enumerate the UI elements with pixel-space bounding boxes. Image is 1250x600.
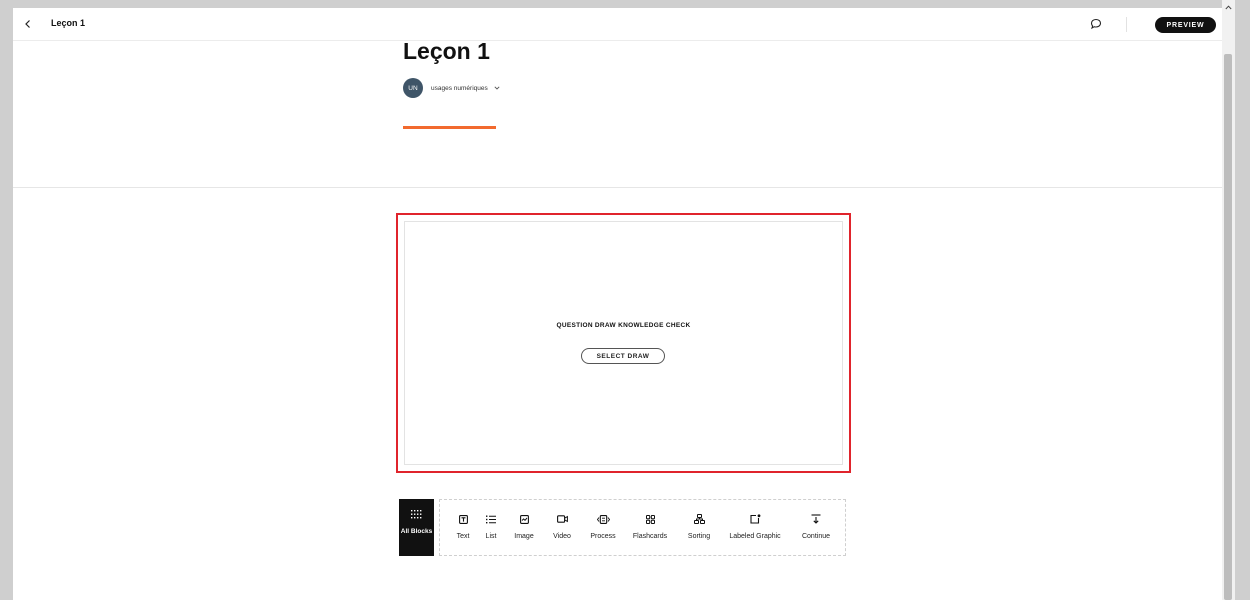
lesson-breadcrumb-title: Leçon 1 [51, 18, 86, 28]
video-icon [556, 514, 568, 524]
block-item-flashcards[interactable]: Flashcards [630, 500, 670, 555]
select-draw-button[interactable]: SELECT DRAW [581, 348, 665, 364]
chevron-up-icon [1225, 4, 1232, 9]
grid-icon [411, 510, 422, 519]
knowledge-check-block[interactable]: QUESTION DRAW KNOWLEDGE CHECK SELECT DRA… [404, 221, 843, 465]
flashcards-icon [645, 514, 655, 524]
labeled-graphic-icon [749, 514, 761, 524]
scroll-up-button[interactable] [1222, 0, 1235, 14]
image-icon [519, 514, 529, 524]
block-item-labeled-graphic[interactable]: Labeled Graphic [724, 500, 786, 555]
sorting-icon [693, 514, 705, 524]
block-item-process[interactable]: Process [586, 500, 620, 555]
block-item-list[interactable]: List [482, 500, 500, 555]
comment-button[interactable] [1087, 15, 1105, 33]
continue-icon [811, 514, 821, 524]
block-item-label: Video [553, 533, 571, 540]
course-editor-window: Leçon 1 PREVIEW Leçon 1 UN usages numéri… [13, 8, 1233, 600]
topbar-divider [1126, 17, 1127, 32]
all-blocks-button[interactable]: All Blocks [399, 499, 434, 556]
title-accent-bar [403, 126, 496, 129]
section-divider [13, 187, 1233, 188]
top-bar: Leçon 1 PREVIEW [13, 8, 1233, 41]
block-item-sorting[interactable]: Sorting [684, 500, 714, 555]
back-button[interactable] [19, 15, 37, 33]
process-icon [596, 514, 610, 524]
block-item-label: Sorting [687, 533, 711, 540]
block-item-label: Text [456, 533, 470, 540]
vertical-scrollbar[interactable] [1222, 0, 1235, 600]
list-icon [486, 514, 496, 524]
block-item-continue[interactable]: Continue [796, 500, 836, 555]
knowledge-check-label: QUESTION DRAW KNOWLEDGE CHECK [556, 322, 691, 329]
text-icon [458, 514, 468, 524]
block-item-label: List [485, 533, 497, 540]
block-item-video[interactable]: Video [550, 500, 574, 555]
scrollbar-thumb[interactable] [1224, 54, 1232, 600]
page-title[interactable]: Leçon 1 [403, 38, 490, 65]
block-item-label: Image [514, 533, 534, 540]
block-item-label: Labeled Graphic [729, 533, 781, 540]
block-item-label: Flashcards [632, 533, 668, 540]
chevron-left-icon [25, 20, 30, 28]
author-selector[interactable]: UN usages numériques [403, 78, 500, 98]
author-name: usages numériques [431, 84, 488, 92]
block-item-label: Continue [801, 533, 831, 540]
block-item-label: Process [590, 533, 616, 540]
block-item-text[interactable]: Text [452, 500, 474, 555]
all-blocks-label: All Blocks [400, 528, 433, 535]
block-item-image[interactable]: Image [512, 500, 536, 555]
preview-button[interactable]: PREVIEW [1155, 17, 1216, 33]
chevron-down-icon [494, 86, 500, 90]
block-type-bar: Text List Image Video Process Flashcards… [439, 499, 846, 556]
comment-icon [1090, 18, 1102, 30]
avatar: UN [403, 78, 423, 98]
